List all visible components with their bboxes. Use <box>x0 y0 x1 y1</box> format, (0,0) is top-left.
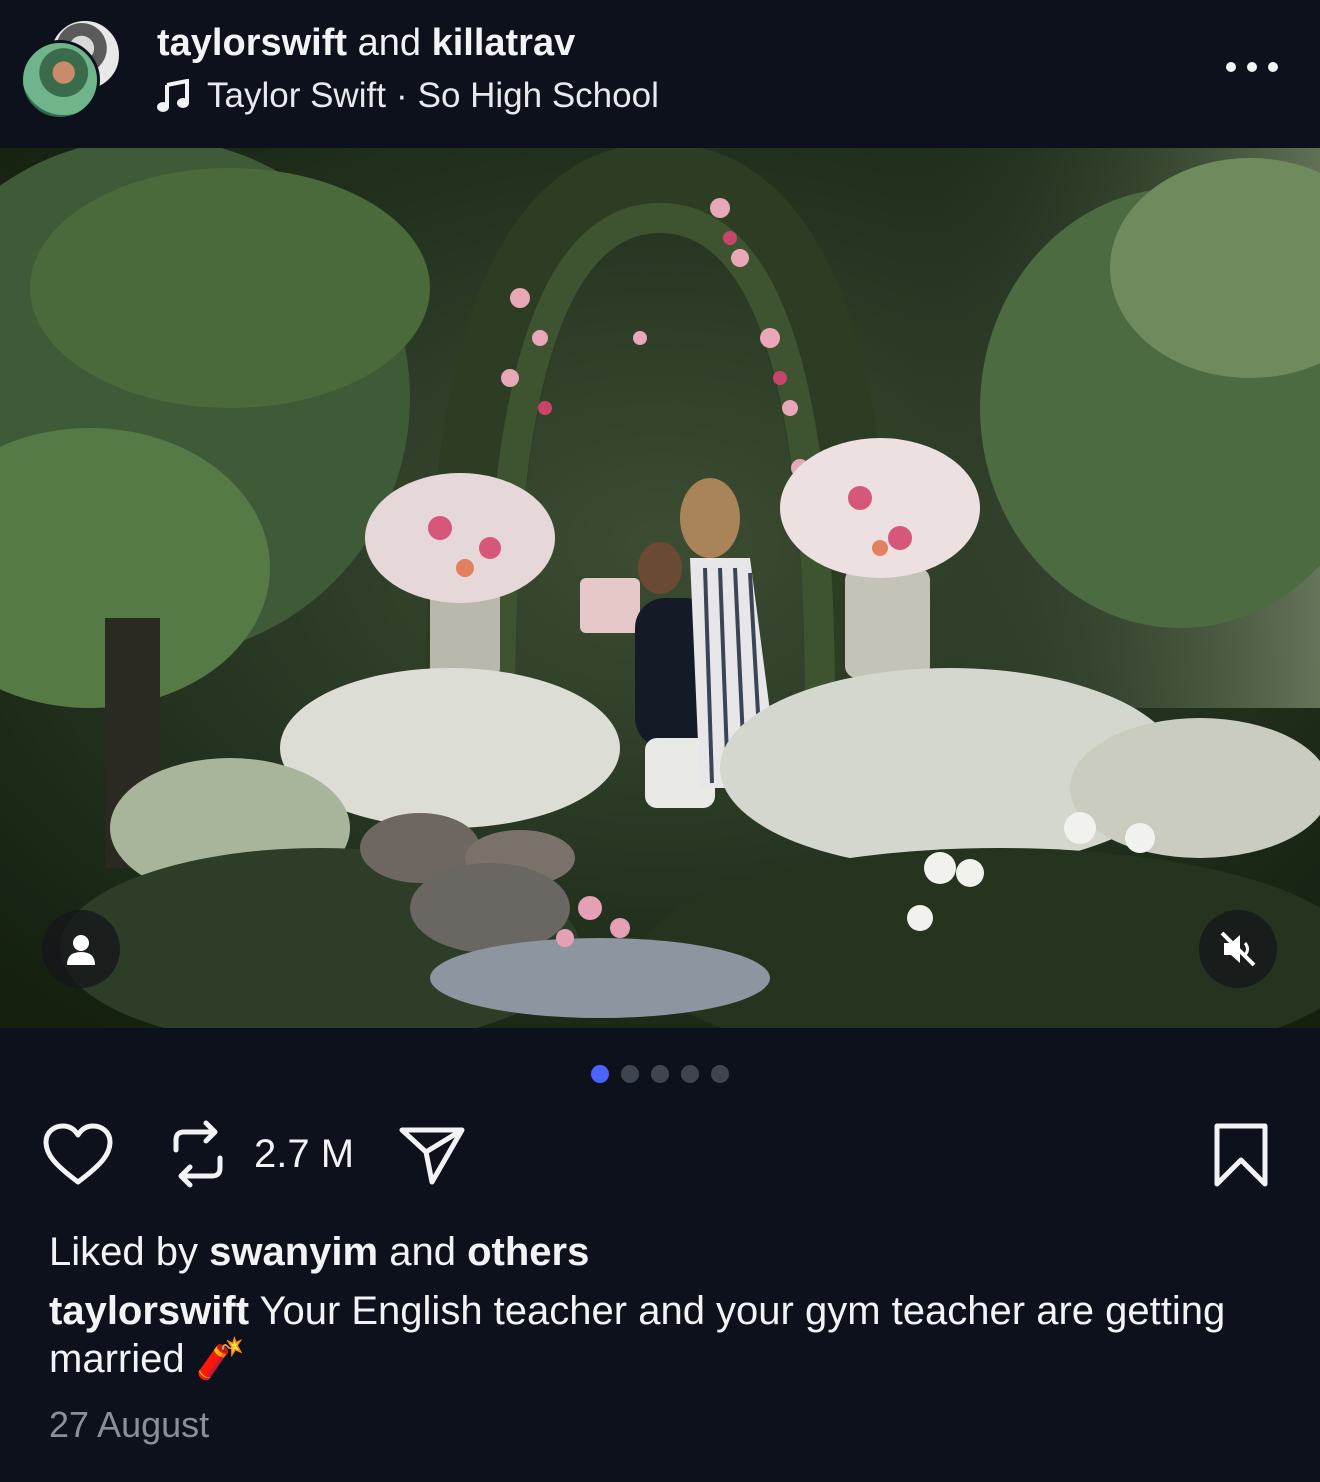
heart-icon <box>43 1123 113 1185</box>
more-options-button[interactable] <box>1226 52 1278 82</box>
garden-photo <box>0 148 1320 1028</box>
send-icon <box>399 1127 465 1185</box>
mute-toggle-button[interactable] <box>1199 910 1277 988</box>
repost-button[interactable]: 2.7 M <box>170 1118 354 1190</box>
collab-avatars[interactable] <box>20 18 122 120</box>
author-taylorswift[interactable]: taylorswift <box>157 22 347 64</box>
bookmark-icon <box>1214 1123 1268 1187</box>
liked-by: Liked by swanyim and others <box>49 1228 589 1276</box>
carousel-indicator <box>0 1065 1320 1083</box>
post-photo[interactable] <box>0 148 1320 1028</box>
post-date: 27 August <box>49 1404 210 1445</box>
post-header: taylorswift and killatrav Taylor Swift ·… <box>0 0 1320 148</box>
post-actions: 2.7 M <box>0 1118 1320 1198</box>
authors-joiner: and <box>357 22 422 64</box>
more-horizontal-icon <box>1247 62 1257 72</box>
speaker-muted-icon <box>1220 931 1256 967</box>
carousel-dot <box>711 1065 729 1083</box>
carousel-dot <box>651 1065 669 1083</box>
liked-others[interactable]: others <box>467 1230 589 1274</box>
post-caption: taylorswift Your English teacher and you… <box>49 1287 1269 1383</box>
post-authors: taylorswift and killatrav <box>157 20 575 66</box>
save-button[interactable] <box>1212 1122 1270 1188</box>
carousel-dot-active <box>591 1065 609 1083</box>
repost-count: 2.7 M <box>254 1131 355 1176</box>
liked-joiner: and <box>389 1230 456 1274</box>
person-tag-icon <box>67 935 95 965</box>
more-horizontal-icon <box>1268 62 1278 72</box>
caption-author[interactable]: taylorswift <box>49 1289 249 1333</box>
carousel-dot <box>681 1065 699 1083</box>
carousel-dot <box>621 1065 639 1083</box>
liked-prefix: Liked by <box>49 1230 198 1274</box>
author-killatrav[interactable]: killatrav <box>432 22 576 64</box>
like-button[interactable] <box>42 1122 114 1188</box>
music-separator: · <box>395 76 408 115</box>
tagged-people-button[interactable] <box>42 910 120 988</box>
music-artist: Taylor Swift <box>207 76 386 115</box>
repost-icon <box>173 1120 223 1188</box>
avatar-taylorswift[interactable] <box>20 40 100 120</box>
music-attribution[interactable]: Taylor Swift · So High School <box>157 74 659 118</box>
music-note-icon <box>157 79 189 112</box>
firecracker-emoji: 🧨 <box>195 1337 246 1381</box>
more-horizontal-icon <box>1226 62 1236 72</box>
share-button[interactable] <box>398 1124 466 1186</box>
music-track: So High School <box>417 76 659 115</box>
liked-user[interactable]: swanyim <box>209 1230 378 1274</box>
